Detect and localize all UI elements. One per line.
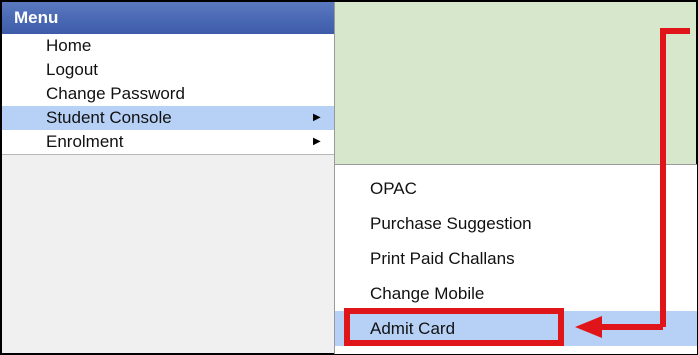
annotation-arrow-icon — [575, 28, 690, 338]
